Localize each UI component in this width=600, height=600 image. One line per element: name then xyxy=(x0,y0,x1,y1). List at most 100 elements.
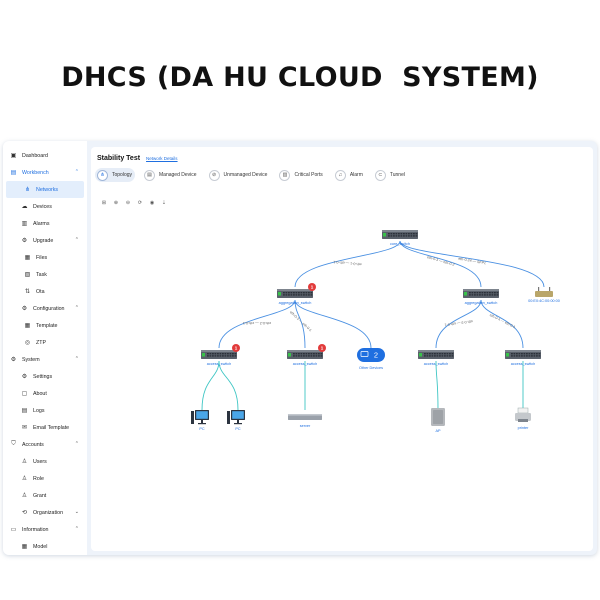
sidebar-item-ota[interactable]: ⇅ Ota xyxy=(3,283,87,300)
switch-port xyxy=(234,355,237,357)
sidebar-item-information[interactable]: ▭ Information ⌃ xyxy=(3,521,87,538)
sidebar-item-settings[interactable]: ⚙ Settings xyxy=(3,368,87,385)
switch-port xyxy=(290,294,293,296)
tab-unmanaged-device[interactable]: ⊘ Unmanaged Device xyxy=(207,168,271,182)
sidebar-item-files[interactable]: ▦ Files xyxy=(3,249,87,266)
sidebar-item-logs[interactable]: ▤ Logs xyxy=(3,402,87,419)
sidebar-item-system[interactable]: ⚙ System ⌃ xyxy=(3,351,87,368)
switch-port xyxy=(400,235,403,237)
sidebar-item-about[interactable]: ▢ About xyxy=(3,385,87,402)
sidebar-item-ztp[interactable]: ◎ ZTP xyxy=(3,334,87,351)
link-port-label: eth-0-3 — eth-0-1 xyxy=(289,310,312,332)
sidebar-item-accounts[interactable]: ⛉ Accounts ⌃ xyxy=(3,436,87,453)
zoom-in-icon[interactable]: ⊕ xyxy=(112,199,120,207)
chevron-up-icon[interactable]: ⌃ xyxy=(75,237,79,243)
fit-view-icon[interactable]: ⊞ xyxy=(100,199,108,207)
node-label: access_switch xyxy=(424,362,448,366)
topology-link[interactable] xyxy=(201,360,220,411)
sidebar-item-grant[interactable]: ♙ Grant xyxy=(3,487,87,504)
topology-node-switch[interactable]: core_switch xyxy=(382,230,418,246)
topology-node-switch[interactable]: access_switch xyxy=(505,350,541,366)
sidebar-item-email-template[interactable]: ✉ Email Template xyxy=(3,419,87,436)
sidebar-item-model[interactable]: ▦ Model xyxy=(3,538,87,555)
topology-node-switch[interactable]: 1access_switch xyxy=(287,344,326,366)
switch-port xyxy=(310,353,313,355)
switch-port xyxy=(400,233,403,235)
switch-port xyxy=(426,353,429,355)
chevron-down-icon[interactable]: ⌄ xyxy=(75,509,79,515)
sidebar-item-users[interactable]: ♙ Users xyxy=(3,453,87,470)
sidebar-item-devices[interactable]: ☁ Devices xyxy=(3,198,87,215)
switch-port xyxy=(224,355,227,357)
tab-label: Tunnel xyxy=(389,172,405,178)
switch-port xyxy=(533,353,536,355)
sidebar-item-template[interactable]: ▦ Template xyxy=(3,317,87,334)
switch-port xyxy=(219,355,222,357)
refresh-icon[interactable]: ⟳ xyxy=(136,199,144,207)
information-icon: ▭ xyxy=(10,527,17,533)
sidebar-item-label: Files xyxy=(36,254,48,261)
node-label: printer xyxy=(518,426,529,430)
chevron-up-icon[interactable]: ⌃ xyxy=(75,526,79,532)
sidebar-item-upgrade[interactable]: ⚙ Upgrade ⌃ xyxy=(3,232,87,249)
topology-node-printer[interactable]: printer xyxy=(515,407,531,430)
topology-link[interactable] xyxy=(218,360,239,411)
tab-alarm[interactable]: ♫ Alarm xyxy=(333,168,366,182)
network-details-link[interactable]: Network Details xyxy=(146,156,178,161)
sidebar-item-networks[interactable]: ⋔ Networks xyxy=(6,181,84,198)
topology-node-ap[interactable]: AP xyxy=(431,408,445,433)
topology-node-pc[interactable]: PC xyxy=(227,410,245,431)
switch-port xyxy=(288,292,290,294)
tab-critical-ports[interactable]: ▥ Critical Ports xyxy=(277,168,325,182)
sidebar-item-dashboard[interactable]: ▣ Dashboard xyxy=(3,147,87,164)
tab-topology[interactable]: ⋔ Topology xyxy=(95,168,136,182)
topology-node-pc[interactable]: PC xyxy=(191,410,209,431)
topology-node-gateway[interactable]: 00:E0:4C:00:00:00 xyxy=(528,287,560,303)
switch-port xyxy=(431,355,434,357)
topology-node-switch[interactable]: access_switch xyxy=(418,350,454,366)
zoom-out-icon[interactable]: ⊖ xyxy=(124,199,132,207)
switch-port xyxy=(513,353,516,355)
switch-port xyxy=(222,353,224,355)
download-icon[interactable]: ⇣ xyxy=(160,199,168,207)
topology-link[interactable] xyxy=(399,240,545,288)
switch-port xyxy=(318,355,320,357)
sidebar-item-role[interactable]: ♙ Role xyxy=(3,470,87,487)
switch-port xyxy=(424,355,426,357)
chevron-up-icon[interactable]: ⌃ xyxy=(75,305,79,311)
switch-port xyxy=(388,235,390,237)
topology-node-group[interactable]: 2 Other Devices xyxy=(357,348,385,370)
sidebar-item-organization[interactable]: ⟲ Organization ⌄ xyxy=(3,504,87,521)
node-label: AP xyxy=(435,429,441,433)
switch-port xyxy=(295,353,298,355)
sidebar-item-alarms[interactable]: ▥ Alarms xyxy=(3,215,87,232)
topology-link[interactable] xyxy=(480,299,524,349)
email-icon: ✉ xyxy=(21,425,28,431)
topology-node-switch[interactable]: 1aggregation_switch xyxy=(277,283,316,305)
tab-tunnel[interactable]: ⊂ Tunnel xyxy=(373,168,408,182)
switch-port xyxy=(285,294,288,296)
switch-top xyxy=(418,350,454,352)
switch-port xyxy=(424,353,426,355)
tab-managed-device[interactable]: ▤ Managed Device xyxy=(142,168,200,182)
switch-status-port xyxy=(383,233,386,237)
switch-port xyxy=(471,294,474,296)
chevron-up-icon[interactable]: ⌃ xyxy=(75,169,79,175)
topology-node-server[interactable]: server xyxy=(288,414,322,428)
sidebar-item-workbench[interactable]: ▤ Workbench ⌃ xyxy=(3,164,87,181)
visibility-icon[interactable]: ◉ xyxy=(148,199,156,207)
node-label: 00:E0:4C:00:00:00 xyxy=(528,299,560,303)
chevron-up-icon[interactable]: ⌃ xyxy=(75,356,79,362)
topology-link[interactable] xyxy=(435,360,439,411)
sidebar-item-task[interactable]: ▧ Task xyxy=(3,266,87,283)
switch-port xyxy=(518,353,521,355)
sidebar-item-configuration[interactable]: ⚙ Configuration ⌃ xyxy=(3,300,87,317)
switch-port xyxy=(511,355,513,357)
switch-port xyxy=(451,355,454,357)
topology-canvas[interactable]: eth-0-1 — eth-0-1 eth-0-3 — eth-0-2 eth-0-… xyxy=(91,147,593,551)
switch-port xyxy=(441,355,444,357)
topology-node-switch[interactable]: 1access_switch xyxy=(201,344,240,366)
chevron-up-icon[interactable]: ⌃ xyxy=(75,441,79,447)
switch-port xyxy=(293,355,295,357)
topology-node-switch[interactable]: aggregation_switch xyxy=(463,289,499,305)
